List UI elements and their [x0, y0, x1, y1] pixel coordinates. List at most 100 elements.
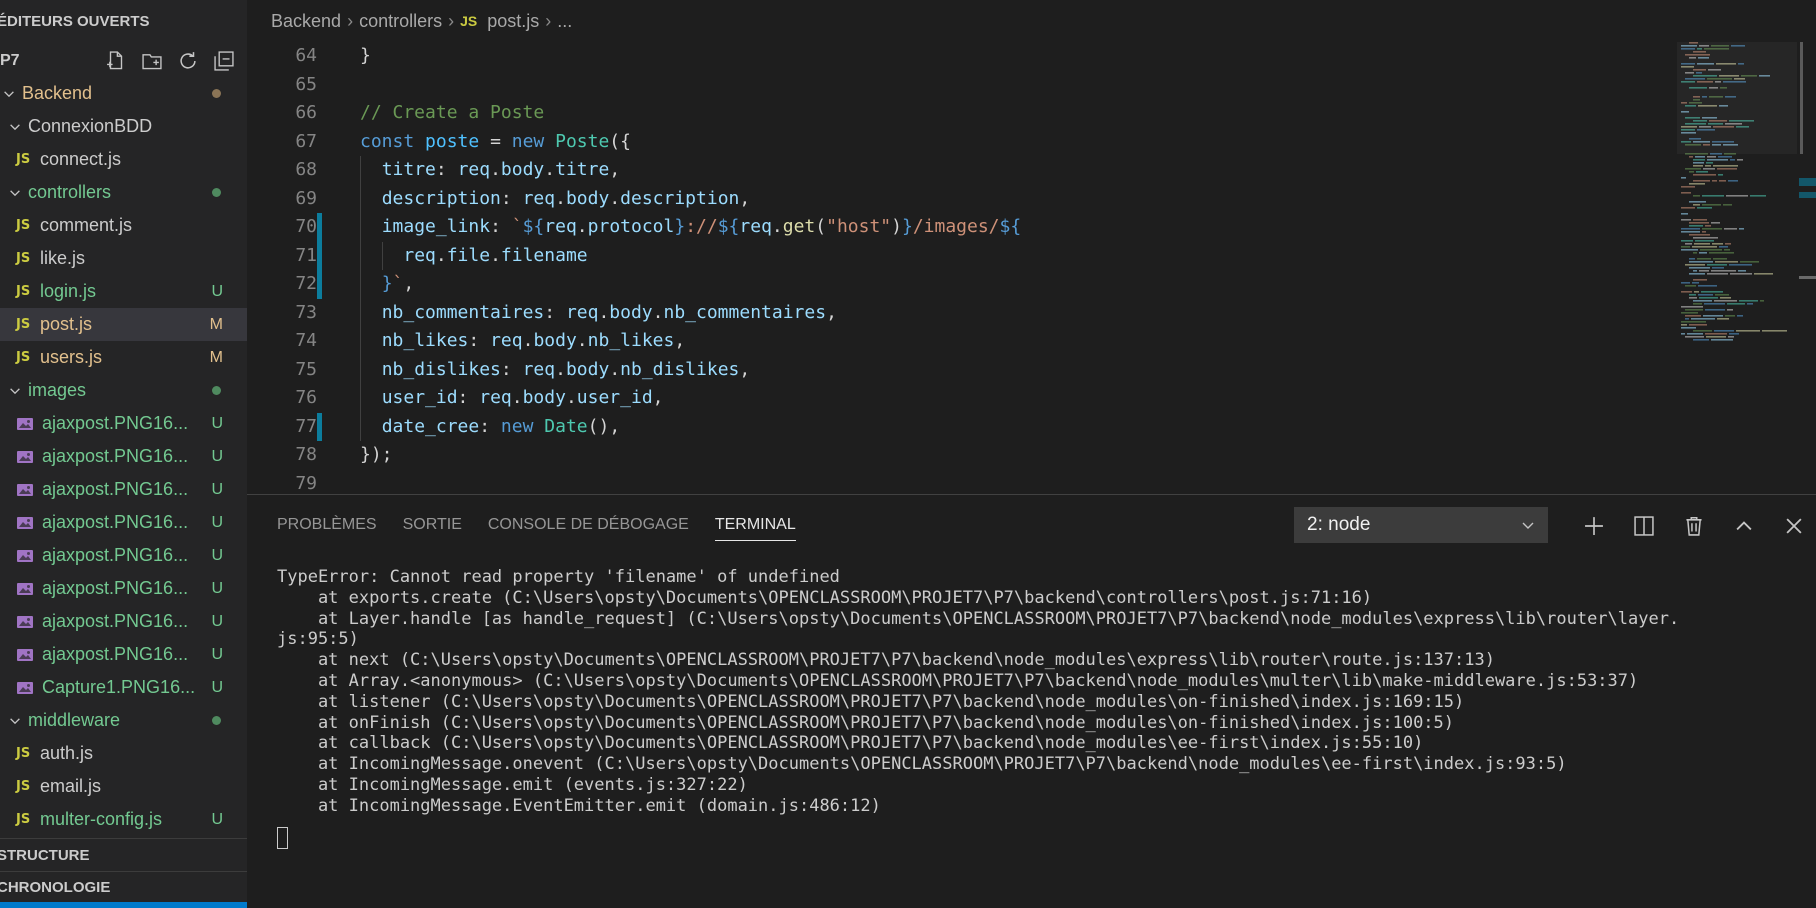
terminal-line: TypeError: Cannot read property 'filenam…	[277, 567, 840, 587]
folder-item[interactable]: middleware	[0, 704, 247, 737]
tree-item-label: auth.js	[40, 743, 94, 763]
tab-problems[interactable]: PROBLÈMES	[277, 495, 377, 555]
code-line: 64}	[247, 42, 1667, 71]
indent-guide	[360, 184, 361, 213]
file-item[interactable]: ajaxpost.PNG16... U	[0, 572, 247, 605]
file-item[interactable]: JS login.js U	[0, 275, 247, 308]
structure-header[interactable]: STRUCTURE	[0, 838, 247, 871]
file-item[interactable]: JS like.js	[0, 242, 247, 275]
collapse-all-icon[interactable]	[213, 50, 235, 72]
open-editors-header[interactable]: ÉDITEURS OUVERTS	[0, 0, 247, 44]
file-item[interactable]: JS users.js M	[0, 341, 247, 374]
file-item[interactable]: ajaxpost.PNG16... U	[0, 638, 247, 671]
folder-item[interactable]: ConnexionBDD	[0, 110, 247, 143]
file-item[interactable]: ajaxpost.PNG16... U	[0, 407, 247, 440]
line-number: 72	[295, 273, 317, 294]
code-editor[interactable]: 64} 65 66// Create a Poste 67 const poste = …	[247, 42, 1667, 494]
chevron-right-icon: ›	[448, 10, 455, 31]
tree-item-label: ajaxpost.PNG16...	[42, 644, 189, 664]
line-number: 70	[295, 216, 317, 237]
terminal-output[interactable]: TypeError: Cannot read property 'filenam…	[277, 567, 1796, 854]
git-status-badge: U	[211, 513, 223, 531]
indent-guide	[360, 298, 361, 327]
js-file-icon: JS	[16, 152, 31, 167]
js-file-icon: JS	[16, 779, 31, 794]
breadcrumb-item-symbol[interactable]: ...	[557, 11, 572, 32]
file-item[interactable]: Capture1.PNG16... U	[0, 671, 247, 704]
tab-debug-console[interactable]: CONSOLE DE DÉBOGAGE	[488, 495, 689, 555]
code-text: // Create a Poste	[360, 102, 545, 123]
folder-item[interactable]: controllers	[0, 176, 247, 209]
breadcrumb-item-backend[interactable]: Backend	[271, 11, 341, 32]
workspace-folder-header[interactable]: P7	[0, 44, 247, 77]
line-number: 77	[295, 415, 317, 437]
new-file-icon[interactable]	[105, 50, 127, 72]
git-status-badge: U	[211, 447, 223, 465]
file-item[interactable]: ajaxpost.PNG16... U	[0, 440, 247, 473]
chevron-right-icon: ›	[545, 10, 552, 31]
code-text: const poste = new Poste({	[360, 130, 631, 152]
terminal-line: at next (C:\Users\opsty\Documents\OPENCL…	[277, 650, 1495, 671]
terminal-cursor	[277, 826, 288, 849]
code-line: 67 const poste = new Poste({	[247, 128, 1667, 157]
chevron-down-icon	[8, 384, 22, 398]
code-text: date_cree: new Date(),	[381, 415, 621, 437]
indent-guide	[381, 241, 383, 270]
git-status-badge: U	[211, 810, 223, 828]
split-icon[interactable]	[1619, 511, 1669, 541]
image-file-icon	[16, 614, 34, 630]
file-item[interactable]: JS connect.js	[0, 143, 247, 176]
file-tree: Backend ConnexionBDD JS connect.js controlle…	[0, 77, 247, 836]
code-line: 74 nb_likes: req.body.nb_likes,	[247, 327, 1667, 356]
editor-scrollbar[interactable]	[1799, 42, 1816, 494]
code-line: 77 date_cree: new Date(),	[247, 412, 1667, 441]
terminal-select[interactable]: 2: node	[1294, 507, 1548, 543]
file-item[interactable]: ajaxpost.PNG16... U	[0, 539, 247, 572]
minimap[interactable]	[1677, 42, 1797, 494]
chevron-up-icon[interactable]	[1719, 511, 1769, 541]
folder-item[interactable]: Backend	[0, 77, 247, 110]
git-change-marker	[317, 213, 322, 242]
line-number: 65	[295, 73, 317, 95]
js-file-icon: JS	[16, 746, 31, 761]
trash-icon[interactable]	[1669, 511, 1719, 541]
line-number: 74	[295, 330, 317, 351]
breadcrumb: Backend › controllers › JS post.js › ...	[247, 0, 1816, 42]
file-item[interactable]: JS auth.js	[0, 737, 247, 770]
timeline-header[interactable]: CHRONOLOGIE	[0, 871, 247, 902]
tab-output[interactable]: SORTIE	[403, 495, 462, 555]
code-text: nb_likes: req.body.nb_likes,	[381, 330, 686, 351]
line-number: 71	[295, 244, 317, 266]
file-item[interactable]: JS comment.js	[0, 209, 247, 242]
refresh-icon[interactable]	[177, 50, 199, 72]
js-file-icon: JS	[16, 218, 31, 233]
terminal-line: at IncomingMessage.emit (events.js:327:2…	[277, 774, 748, 795]
file-item[interactable]: ajaxpost.PNG16... U	[0, 506, 247, 539]
git-change-marker	[317, 412, 322, 441]
code-text: }`,	[381, 273, 415, 294]
new-folder-icon[interactable]	[141, 50, 163, 72]
tree-item-label: post.js	[40, 314, 93, 334]
tree-item-label: like.js	[40, 248, 86, 268]
breadcrumb-item-file[interactable]: post.js	[487, 11, 539, 32]
folder-item[interactable]: images	[0, 374, 247, 407]
close-icon[interactable]	[1769, 511, 1816, 541]
file-item[interactable]: JS email.js	[0, 770, 247, 803]
image-file-icon	[16, 680, 34, 696]
js-file-icon: JS	[16, 284, 31, 299]
plus-icon[interactable]	[1569, 511, 1619, 541]
breadcrumb-item-controllers[interactable]: controllers	[359, 11, 442, 32]
file-item[interactable]: ajaxpost.PNG16... U	[0, 473, 247, 506]
git-status-badge: M	[209, 315, 223, 333]
line-number: 69	[295, 187, 317, 209]
code-line: 76 user_id: req.body.user_id,	[247, 384, 1667, 413]
explorer-sidebar: ÉDITEURS OUVERTS P7 Backend ConnexionBDD J…	[0, 0, 247, 908]
tab-terminal[interactable]: TERMINAL	[714, 495, 796, 555]
js-file-icon: JS	[460, 13, 478, 29]
file-item[interactable]: JS post.js M	[0, 308, 247, 341]
file-item[interactable]: JS multer-config.js U	[0, 803, 247, 836]
image-file-icon	[16, 416, 34, 432]
code-line: 73 nb_commentaires: req.body.nb_commenta…	[247, 298, 1667, 327]
file-item[interactable]: ajaxpost.PNG16... U	[0, 605, 247, 638]
